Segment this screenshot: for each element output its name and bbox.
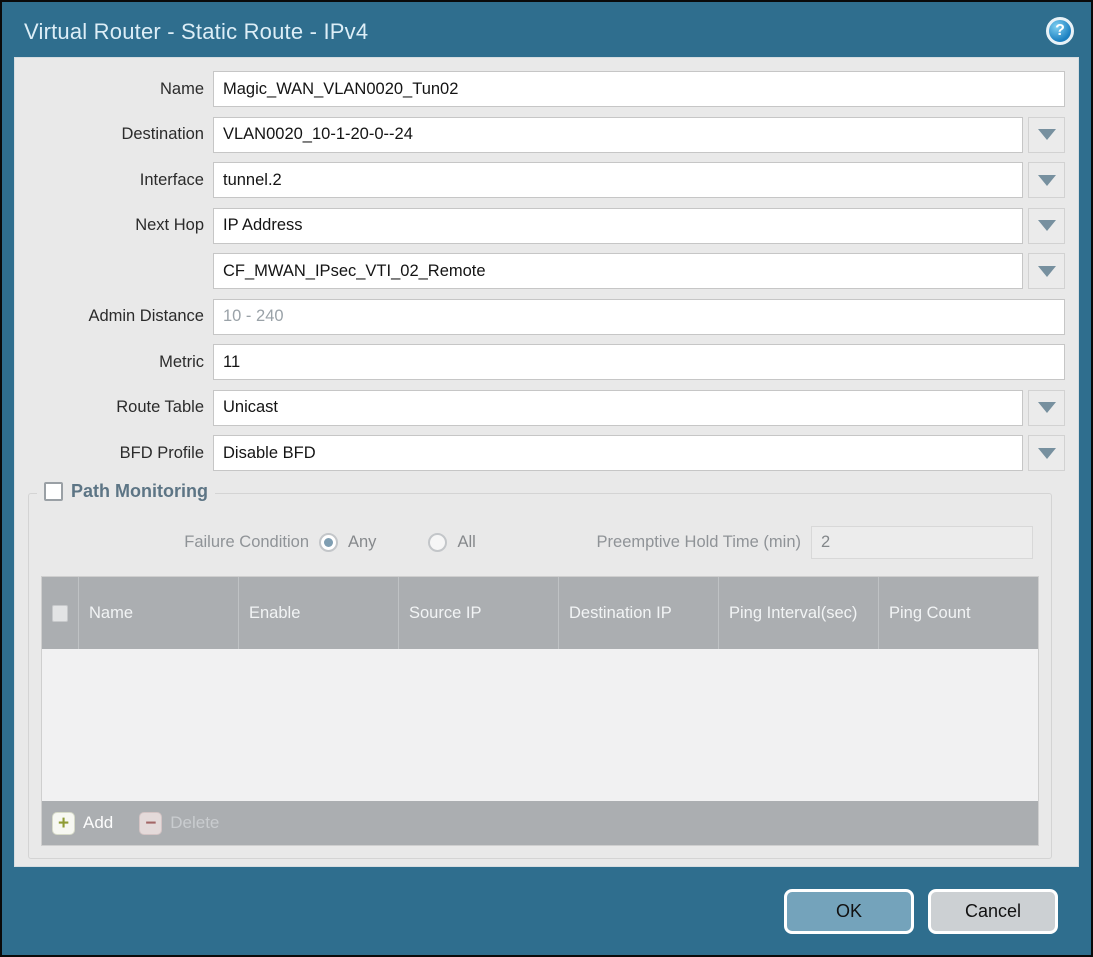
chevron-down-icon	[1038, 448, 1056, 459]
dialog-title: Virtual Router - Static Route - IPv4	[24, 19, 368, 45]
route-table-label: Route Table	[15, 398, 213, 417]
next-hop-address-input[interactable]	[213, 253, 1023, 289]
failure-condition-all-option: All	[428, 533, 475, 552]
bfd-profile-row: BFD Profile	[15, 435, 1065, 471]
table-toolbar: + Add − Delete	[42, 801, 1038, 845]
path-monitoring-table: Name Enable Source IP Destination IP Pin…	[41, 576, 1039, 846]
failure-condition-any-option: Any	[319, 533, 376, 552]
metric-row: Metric	[15, 344, 1065, 380]
chevron-down-icon	[1038, 402, 1056, 413]
table-body-empty	[42, 649, 1038, 801]
next-hop-address-dropdown-button[interactable]	[1028, 253, 1065, 289]
bfd-profile-input[interactable]	[213, 435, 1023, 471]
column-header-enable: Enable	[238, 577, 398, 649]
plus-icon: +	[52, 812, 75, 835]
minus-icon: −	[139, 812, 162, 835]
failure-condition-row: Failure Condition Any All Preemptive Hol…	[41, 524, 1039, 560]
name-row: Name	[15, 71, 1065, 107]
path-monitoring-legend: Path Monitoring	[37, 481, 215, 502]
next-hop-type-dropdown-button[interactable]	[1028, 208, 1065, 244]
path-monitoring-checkbox[interactable]	[44, 482, 63, 501]
any-radio-label: Any	[348, 533, 376, 552]
select-all-checkbox	[52, 605, 68, 622]
interface-dropdown-button[interactable]	[1028, 162, 1065, 198]
add-button-label: Add	[83, 813, 113, 833]
admin-distance-input[interactable]	[213, 299, 1065, 335]
route-table-dropdown-button[interactable]	[1028, 390, 1065, 426]
help-icon[interactable]: ?	[1046, 17, 1074, 45]
chevron-down-icon	[1038, 129, 1056, 140]
bfd-profile-dropdown-button[interactable]	[1028, 435, 1065, 471]
next-hop-row: Next Hop	[15, 208, 1065, 244]
delete-button-label: Delete	[170, 813, 219, 833]
dialog-titlebar: Virtual Router - Static Route - IPv4 ?	[2, 2, 1091, 57]
metric-input[interactable]	[213, 344, 1065, 380]
add-button[interactable]: + Add	[52, 812, 113, 835]
column-header-ping-count: Ping Count	[878, 577, 1038, 649]
all-radio	[428, 533, 447, 552]
any-radio	[319, 533, 338, 552]
next-hop-address-row	[15, 253, 1065, 289]
failure-condition-label: Failure Condition	[41, 533, 319, 552]
next-hop-label: Next Hop	[15, 216, 213, 235]
route-table-row: Route Table	[15, 390, 1065, 426]
static-route-form: Name Destination Interface	[15, 71, 1065, 471]
name-input[interactable]	[213, 71, 1065, 107]
destination-dropdown-button[interactable]	[1028, 117, 1065, 153]
interface-label: Interface	[15, 171, 213, 190]
bfd-profile-label: BFD Profile	[15, 444, 213, 463]
column-header-source-ip: Source IP	[398, 577, 558, 649]
preemptive-hold-time-input	[811, 526, 1033, 559]
path-monitoring-title: Path Monitoring	[71, 481, 208, 502]
column-header-name: Name	[78, 577, 238, 649]
column-header-destination-ip: Destination IP	[558, 577, 718, 649]
path-monitoring-section: Path Monitoring Failure Condition Any Al…	[28, 493, 1052, 859]
interface-row: Interface	[15, 162, 1065, 198]
name-label: Name	[15, 80, 213, 99]
metric-label: Metric	[15, 353, 213, 372]
delete-button: − Delete	[139, 812, 219, 835]
column-header-ping-interval: Ping Interval(sec)	[718, 577, 878, 649]
help-icon-glyph: ?	[1055, 22, 1065, 40]
destination-input[interactable]	[213, 117, 1023, 153]
all-radio-label: All	[457, 533, 475, 552]
dialog-footer: OK Cancel	[2, 867, 1091, 955]
select-all-cell	[42, 577, 78, 649]
interface-input[interactable]	[213, 162, 1023, 198]
chevron-down-icon	[1038, 175, 1056, 186]
destination-row: Destination	[15, 117, 1065, 153]
route-table-input[interactable]	[213, 390, 1023, 426]
next-hop-type-input[interactable]	[213, 208, 1023, 244]
admin-distance-label: Admin Distance	[15, 307, 213, 326]
dialog-body: Name Destination Interface	[14, 57, 1079, 867]
table-header-row: Name Enable Source IP Destination IP Pin…	[42, 577, 1038, 649]
chevron-down-icon	[1038, 220, 1056, 231]
admin-distance-row: Admin Distance	[15, 299, 1065, 335]
cancel-button[interactable]: Cancel	[928, 889, 1058, 934]
ok-button[interactable]: OK	[784, 889, 914, 934]
static-route-dialog: Virtual Router - Static Route - IPv4 ? N…	[0, 0, 1093, 957]
chevron-down-icon	[1038, 266, 1056, 277]
destination-label: Destination	[15, 125, 213, 144]
preemptive-hold-time-label: Preemptive Hold Time (min)	[597, 533, 811, 552]
